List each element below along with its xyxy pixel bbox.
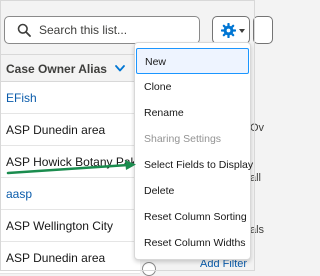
toolbar-button-partial[interactable] bbox=[253, 16, 273, 44]
list-view-page: Search this list... Case Owner Alias EFi… bbox=[0, 0, 273, 276]
screenshot-border bbox=[0, 0, 255, 271]
